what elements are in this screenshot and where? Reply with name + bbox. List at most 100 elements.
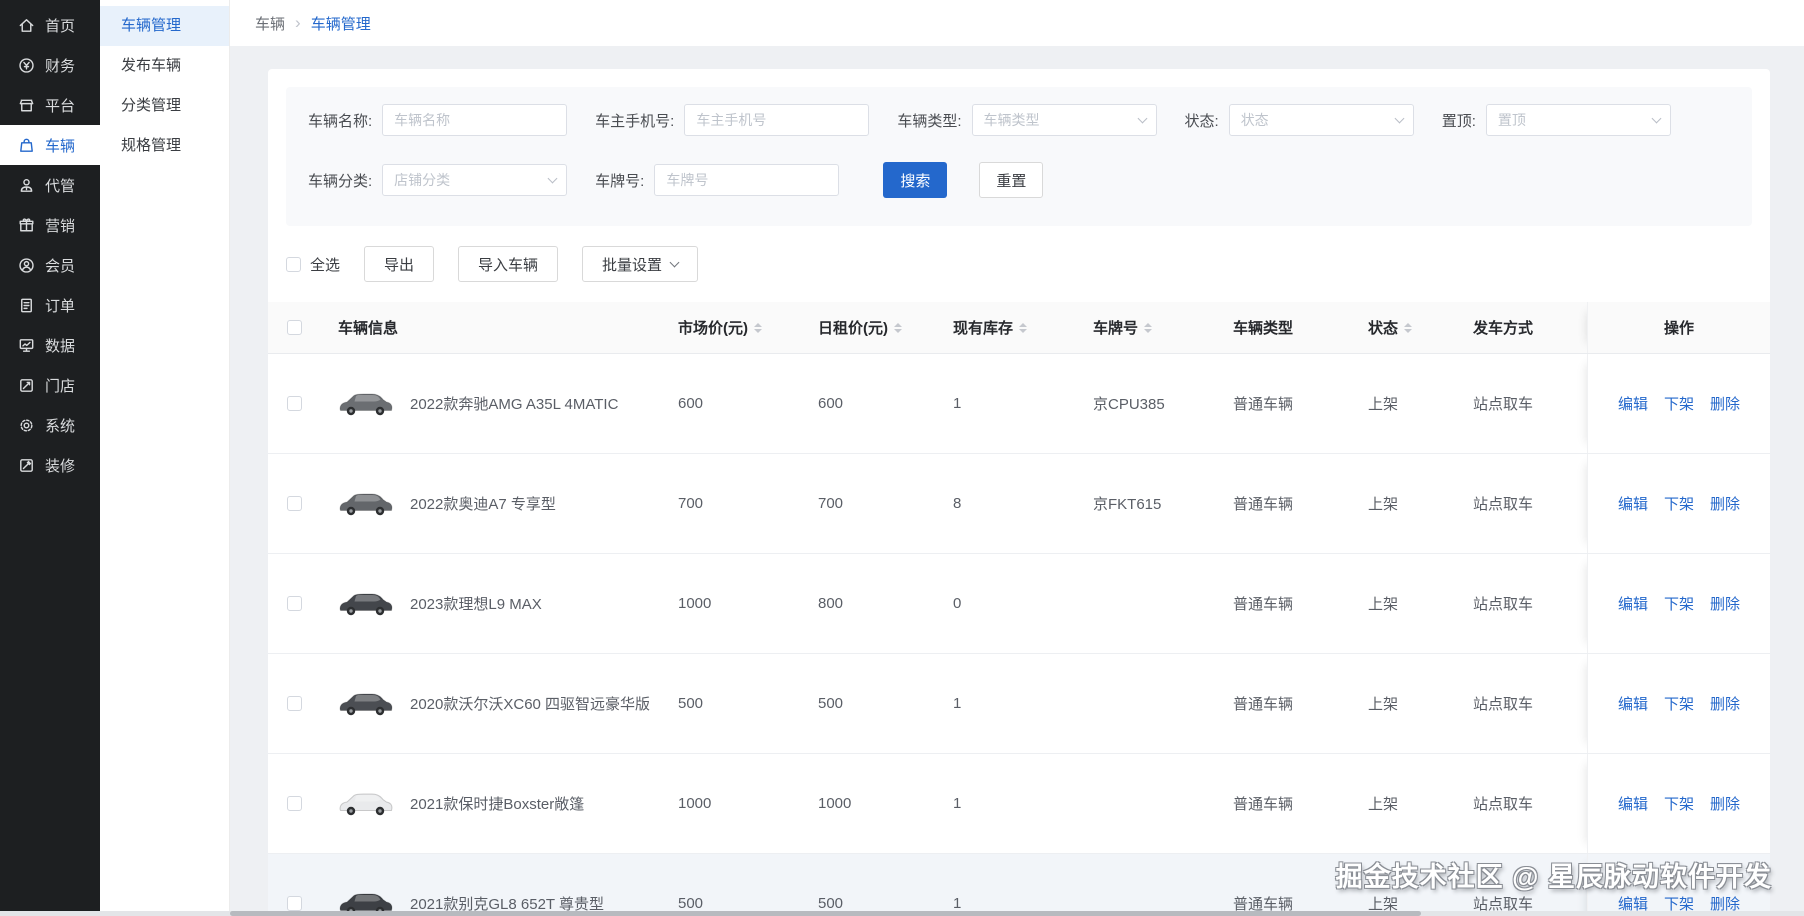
sidebar-item-agent[interactable]: 代管 bbox=[0, 165, 100, 205]
actions-cell: 编辑 下架 删除 bbox=[1587, 654, 1770, 753]
sidebar-item-vehicle[interactable]: 车辆 bbox=[0, 125, 100, 165]
main-sidebar: 首页 财务 平台车辆代管营销会员 订单数据门店系统装修 bbox=[0, 0, 100, 916]
actions-cell: 编辑 下架 删除 bbox=[1587, 554, 1770, 653]
action-delete[interactable]: 删除 bbox=[1710, 693, 1740, 714]
market-price-cell: 600 bbox=[678, 395, 704, 412]
action-unlist[interactable]: 下架 bbox=[1664, 593, 1694, 614]
row-checkbox-cell bbox=[268, 654, 320, 753]
action-delete[interactable]: 删除 bbox=[1710, 593, 1740, 614]
actions-cell: 编辑 下架 删除 bbox=[1587, 354, 1770, 453]
vehicle-name: 2022款奔驰AMG A35L 4MATIC bbox=[410, 396, 619, 413]
row-checkbox[interactable] bbox=[286, 596, 302, 611]
horizontal-scrollbar[interactable] bbox=[0, 911, 1804, 916]
column-header-1: 市场价(元) bbox=[660, 302, 800, 353]
column-header-7: 发车方式 bbox=[1455, 302, 1587, 353]
sort-icon[interactable] bbox=[1019, 319, 1028, 337]
column-label: 车辆类型 bbox=[1233, 320, 1294, 337]
export-button[interactable]: 导出 bbox=[364, 246, 435, 282]
row-checkbox[interactable] bbox=[286, 696, 302, 711]
sidebar-item-label: 营销 bbox=[45, 217, 76, 235]
sidebar-item-label: 门店 bbox=[45, 377, 76, 395]
sort-icon[interactable] bbox=[1404, 319, 1413, 337]
batch-settings-button[interactable]: 批量设置 bbox=[582, 246, 699, 282]
sidebar-item-platform[interactable]: 平台 bbox=[0, 85, 100, 125]
reset-button[interactable]: 重置 bbox=[979, 162, 1044, 198]
select-all-checkbox[interactable] bbox=[286, 256, 301, 272]
action-unlist[interactable]: 下架 bbox=[1664, 493, 1694, 514]
search-field-1-3: 状态: bbox=[1185, 104, 1414, 136]
sidebar-item-order[interactable]: 订单 bbox=[0, 285, 100, 325]
actions-cell: 编辑 下架 删除 bbox=[1587, 754, 1770, 853]
select-field[interactable] bbox=[1485, 104, 1671, 136]
status-cell: 上架 bbox=[1368, 396, 1399, 413]
market-price-cell: 1000 bbox=[678, 795, 712, 812]
action-unlist[interactable]: 下架 bbox=[1664, 393, 1694, 414]
action-edit[interactable]: 编辑 bbox=[1618, 393, 1648, 414]
sidebar-item-label: 数据 bbox=[45, 337, 76, 355]
action-unlist[interactable]: 下架 bbox=[1664, 693, 1694, 714]
submenu-item-0[interactable]: 车辆管理 bbox=[100, 6, 229, 46]
dispatch-cell: 站点取车 bbox=[1473, 796, 1534, 813]
field-label: 状态: bbox=[1184, 112, 1219, 130]
action-edit[interactable]: 编辑 bbox=[1618, 793, 1648, 814]
submenu-item-1[interactable]: 发布车辆 bbox=[100, 46, 229, 86]
stock-cell: 1 bbox=[953, 695, 962, 712]
sidebar-item-label: 代管 bbox=[45, 177, 76, 195]
header-checkbox[interactable] bbox=[286, 320, 302, 335]
action-delete[interactable]: 删除 bbox=[1710, 393, 1740, 414]
sort-icon[interactable] bbox=[894, 319, 902, 337]
row-checkbox[interactable] bbox=[286, 896, 302, 911]
marketing-icon bbox=[17, 216, 36, 235]
sidebar-item-member[interactable]: 会员 bbox=[0, 245, 100, 285]
action-edit[interactable]: 编辑 bbox=[1618, 693, 1648, 714]
horizontal-scrollbar-thumb[interactable] bbox=[230, 911, 1421, 916]
select-all[interactable]: 全选 bbox=[286, 254, 340, 275]
action-unlist[interactable]: 下架 bbox=[1664, 793, 1694, 814]
sort-icon[interactable] bbox=[1144, 319, 1153, 337]
sidebar-item-marketing[interactable]: 营销 bbox=[0, 205, 100, 245]
select-all-label: 全选 bbox=[310, 256, 341, 274]
breadcrumb-item-1[interactable]: 车辆管理 bbox=[311, 13, 371, 34]
row-checkbox[interactable] bbox=[286, 796, 302, 811]
action-edit[interactable]: 编辑 bbox=[1618, 593, 1648, 614]
type-cell: 普通车辆 bbox=[1233, 696, 1294, 713]
plate-cell: 京CPU385 bbox=[1093, 396, 1165, 413]
input-field[interactable] bbox=[654, 164, 840, 196]
sidebar-item-data[interactable]: 数据 bbox=[0, 325, 100, 365]
daily-price-cell: 1000 bbox=[818, 795, 852, 812]
row-checkbox[interactable] bbox=[286, 496, 302, 511]
search-panel: 车辆名称: 车主手机号: 车辆类型: 状态: 置顶: 车辆分类: 车牌号: 搜索重置 bbox=[286, 87, 1752, 226]
import-vehicle-button[interactable]: 导入车辆 bbox=[458, 246, 559, 282]
search-row-1: 车辆名称: 车主手机号: 车辆类型: 状态: 置顶: bbox=[308, 104, 1730, 136]
submenu-item-2[interactable]: 分类管理 bbox=[100, 86, 229, 126]
sidebar-item-home[interactable]: 首页 bbox=[0, 5, 100, 45]
action-delete[interactable]: 删除 bbox=[1710, 793, 1740, 814]
input-field[interactable] bbox=[684, 104, 870, 136]
search-button[interactable]: 搜索 bbox=[883, 162, 948, 198]
store-icon bbox=[17, 376, 36, 395]
row-checkbox[interactable] bbox=[286, 396, 302, 411]
agent-icon bbox=[17, 176, 36, 195]
sidebar-item-store[interactable]: 门店 bbox=[0, 365, 100, 405]
select-field[interactable] bbox=[971, 104, 1157, 136]
type-cell: 普通车辆 bbox=[1233, 596, 1294, 613]
sidebar-item-finance[interactable]: 财务 bbox=[0, 45, 100, 85]
sidebar-item-system[interactable]: 系统 bbox=[0, 405, 100, 445]
order-icon bbox=[17, 296, 36, 315]
action-edit[interactable]: 编辑 bbox=[1618, 493, 1648, 514]
platform-icon bbox=[17, 96, 36, 115]
sidebar-item-decorate[interactable]: 装修 bbox=[0, 445, 100, 485]
sidebar-item-label: 系统 bbox=[45, 417, 76, 435]
input-field[interactable] bbox=[382, 104, 568, 136]
action-delete[interactable]: 删除 bbox=[1710, 493, 1740, 514]
breadcrumb-item-0[interactable]: 车辆 bbox=[255, 13, 285, 34]
sort-icon[interactable] bbox=[754, 319, 762, 337]
status-cell: 上架 bbox=[1368, 696, 1399, 713]
submenu-item-3[interactable]: 规格管理 bbox=[100, 126, 229, 166]
select-field[interactable] bbox=[1228, 104, 1414, 136]
select-field[interactable] bbox=[382, 164, 568, 196]
dispatch-cell: 站点取车 bbox=[1473, 696, 1534, 713]
table-body: 2022款奔驰AMG A35L 4MATIC 600 600 1 京CPU385 普通车辆… bbox=[268, 354, 1770, 916]
type-cell: 普通车辆 bbox=[1233, 496, 1294, 513]
sidebar-item-label: 车辆 bbox=[45, 137, 76, 155]
